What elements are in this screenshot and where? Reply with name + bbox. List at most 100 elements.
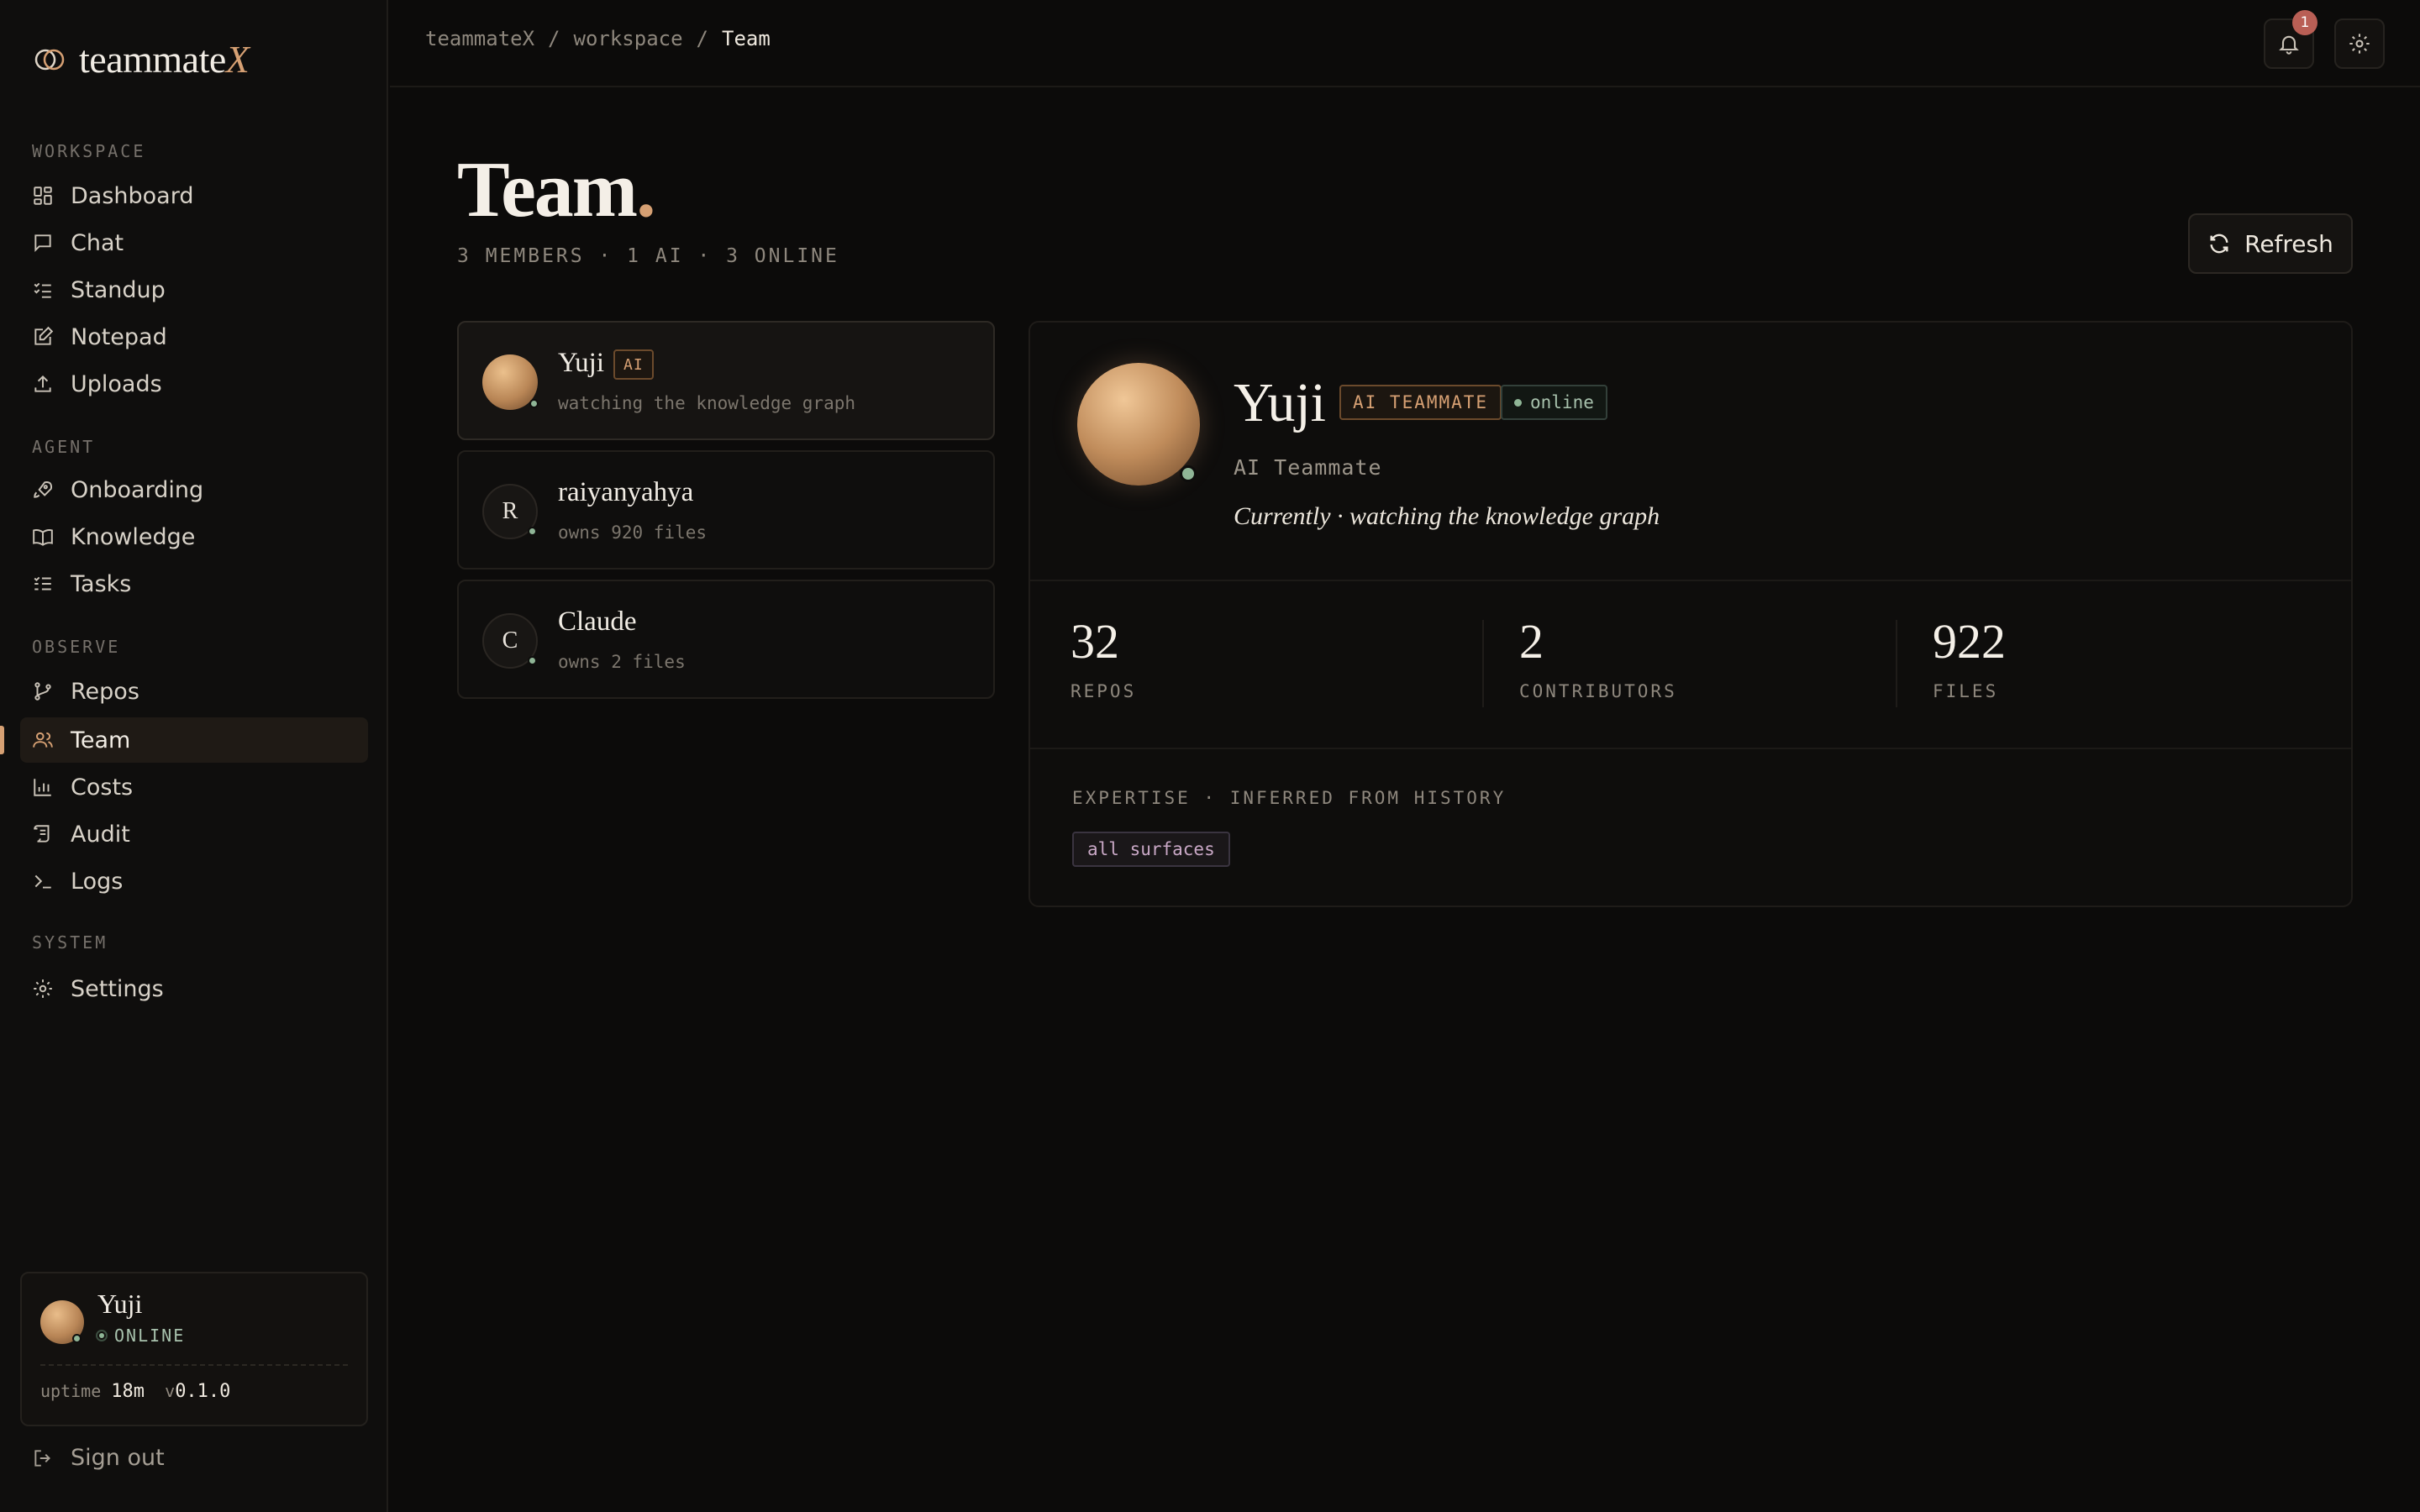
notifications-button[interactable]: 1 [2264,10,2317,69]
gear-icon [2349,34,2370,54]
member-role: AI Teammate [1234,455,1382,480]
refresh-button[interactable]: Refresh [2188,213,2353,274]
bell-icon [2279,35,2299,55]
avatar: R [482,484,538,539]
member-card-yuji[interactable]: Yuji AI watching the knowledge graph [457,321,995,440]
sidebar-item-dashboard[interactable]: Dashboard [20,173,368,218]
refresh-icon [2210,234,2228,254]
stat-value: 922 [1933,614,2006,669]
notification-badge: 1 [2292,10,2317,35]
current-user-card[interactable]: Yuji ONLINE uptime 18m v0.1.0 [20,1272,368,1426]
sidebar-item-label: Logs [71,868,124,895]
sidebar-item-chat[interactable]: Chat [20,220,368,265]
stat-files: 922 FILES [1933,613,2006,701]
terminal-icon [34,874,51,889]
user-status: ONLINE [96,1326,185,1346]
stat-value: 32 [1071,614,1119,669]
stat-label: CONTRIBUTORS [1519,681,1677,701]
uptime-info: uptime 18m v0.1.0 [40,1381,231,1402]
breadcrumb-workspace[interactable]: workspace [574,27,683,50]
sidebar-item-onboarding[interactable]: Onboarding [20,467,368,512]
grid-icon [34,186,52,205]
logo-icon [34,49,65,70]
member-subtitle: owns 920 files [558,522,708,543]
sidebar-item-label: Knowledge [71,523,196,550]
member-card-claude[interactable]: C Claude owns 2 files [457,580,995,699]
brand-logo[interactable]: teammateX [34,37,250,81]
checklist-icon [34,282,51,298]
user-name: Yuji [97,1289,143,1319]
branch-icon [34,682,51,701]
divider [40,1364,348,1366]
current-activity: Currently · watching the knowledge graph [1234,502,1660,530]
member-subtitle: watching the knowledge graph [558,393,856,413]
sidebar-item-label: Chat [71,229,124,256]
sign-out-icon [34,1449,50,1467]
active-indicator [0,726,4,754]
status-dot-icon [96,1330,108,1341]
sidebar-item-team[interactable]: Team [20,717,368,763]
breadcrumb-separator: / [548,27,560,50]
sidebar-item-label: Tasks [71,570,132,597]
avatar [482,354,539,410]
ai-badge: AI [613,349,654,380]
avatar: C [482,613,538,669]
breadcrumb-current: Team [722,27,771,50]
breadcrumb: teammateX / workspace / Team [425,27,771,50]
sidebar-item-audit[interactable]: Audit [20,811,368,857]
sidebar-item-notepad[interactable]: Notepad [20,314,368,360]
book-icon [33,529,53,546]
divider [1896,620,1897,707]
divider [1030,580,2351,581]
sidebar: teammateX WORKSPACE Dashboard Chat Stand… [0,0,388,1512]
member-card-raiyanyahya[interactable]: R raiyanyahya owns 920 files [457,450,995,570]
breadcrumb-root[interactable]: teammateX [425,27,534,50]
member-name: raiyanyahya [558,477,694,507]
breadcrumb-separator: / [696,27,708,50]
online-indicator [529,399,539,408]
ai-teammate-badge: AI TEAMMATE [1339,385,1502,420]
section-label-observe: OBSERVE [32,637,121,657]
sidebar-item-standup[interactable]: Standup [20,267,368,312]
bar-chart-icon [34,779,51,796]
member-name: Claude [558,606,637,637]
online-indicator [1180,465,1197,482]
stat-contributors: 2 CONTRIBUTORS [1519,613,1677,701]
settings-button[interactable] [2334,18,2385,69]
tasks-icon [34,576,51,591]
stat-repos: 32 REPOS [1071,613,1136,701]
sidebar-item-costs[interactable]: Costs [20,764,368,810]
member-subtitle: owns 2 files [558,652,686,672]
sign-out-button[interactable]: Sign out [32,1445,165,1471]
sidebar-item-uploads[interactable]: Uploads [20,361,368,407]
sidebar-item-label: Standup [71,276,166,303]
scroll-icon [34,825,50,843]
rocket-icon [34,481,53,498]
sidebar-item-knowledge[interactable]: Knowledge [20,514,368,559]
divider [1482,620,1484,707]
gear-icon [34,979,52,998]
sidebar-item-label: Costs [71,774,134,801]
status-badge: online [1501,385,1607,420]
stat-value: 2 [1519,614,1544,669]
stat-label: FILES [1933,681,1999,701]
users-icon [33,732,53,748]
sidebar-item-label: Dashboard [71,182,194,209]
upload-icon [34,375,51,392]
sidebar-item-label: Team [71,727,131,753]
member-name: Yuji [558,348,605,378]
page-title: Team. [457,146,656,234]
top-bar: teammateX / workspace / Team 1 [390,0,2420,87]
sidebar-item-label: Onboarding [71,476,204,503]
divider [1030,748,2351,749]
edit-icon [34,326,54,345]
brand-name: teammateX [79,38,250,81]
sidebar-item-repos[interactable]: Repos [20,669,368,714]
sidebar-item-tasks[interactable]: Tasks [20,561,368,606]
section-label-agent: AGENT [32,437,96,457]
sidebar-item-settings[interactable]: Settings [20,966,368,1011]
status-dot-icon [1514,398,1522,407]
sidebar-item-label: Notepad [71,323,167,350]
expertise-chip: all surfaces [1072,832,1230,867]
sidebar-item-logs[interactable]: Logs [20,858,368,904]
